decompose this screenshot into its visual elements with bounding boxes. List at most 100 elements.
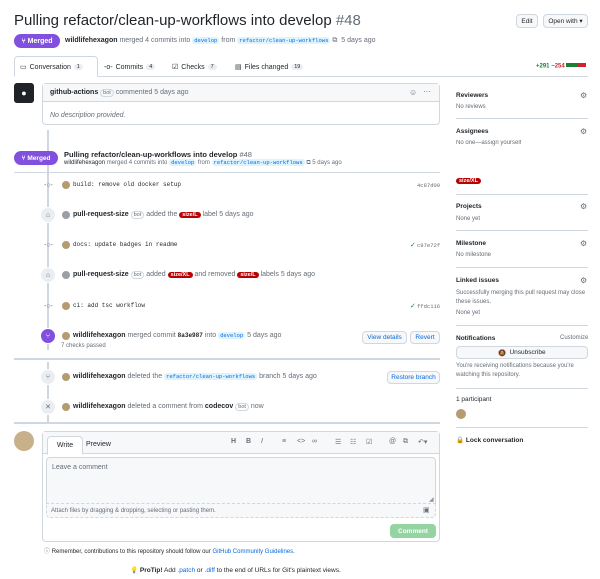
label-size-l[interactable]: size/L [179, 212, 201, 218]
emoji-icon[interactable]: ☺ [409, 88, 417, 97]
avatar [62, 271, 70, 279]
gear-icon[interactable]: ⚙ [580, 276, 587, 285]
bell-slash-icon: 🔕 [498, 349, 507, 357]
avatar-github-actions[interactable]: ● [14, 83, 34, 103]
view-details-button[interactable]: View details [362, 331, 407, 344]
comment-icon: ▭ [20, 64, 27, 71]
gear-icon[interactable]: ⚙ [580, 202, 587, 211]
base-branch[interactable]: develop [169, 159, 197, 166]
bot-badge: bot [130, 211, 145, 219]
projects-title[interactable]: Projects [456, 203, 482, 210]
head-branch[interactable]: refactor/clean-up-workflows [211, 159, 305, 166]
guidelines-link[interactable]: GitHub Community Guidelines [212, 549, 293, 555]
cross-reference-icon[interactable]: ⧉ [403, 438, 408, 446]
comment-submit-button[interactable]: Comment [390, 524, 436, 538]
restore-branch-button[interactable]: Restore branch [387, 371, 440, 384]
patch-link[interactable]: .patch [177, 567, 195, 574]
resize-handle-icon[interactable]: ◢ [429, 496, 434, 503]
merge-icon: ⑂ [21, 37, 26, 45]
merge-icon: ⑂ [40, 328, 56, 344]
lock-conversation[interactable]: 🔒 Lock conversation [456, 436, 523, 444]
edit-button[interactable]: Edit [516, 14, 538, 28]
copy-icon[interactable]: ⧉ [332, 37, 337, 44]
gear-icon[interactable]: ⚙ [580, 127, 587, 136]
tab-write[interactable]: Write [47, 436, 83, 455]
divider [456, 388, 588, 389]
commit-message[interactable]: docs: update badges in readme [73, 241, 177, 248]
commit-message[interactable]: build: remove old docker setup [73, 181, 181, 188]
actor-link[interactable]: pull-request-size [73, 211, 129, 218]
gear-icon[interactable]: ⚙ [580, 91, 587, 100]
gear-icon[interactable]: ⚙ [580, 239, 587, 248]
label-size-l[interactable]: size/L [237, 272, 259, 278]
commit-sha[interactable]: 8a3e987 [178, 332, 203, 339]
linked-issues-desc: Successfully merging this pull request m… [456, 290, 586, 305]
milestone-title[interactable]: Milestone [456, 240, 486, 247]
heading-icon[interactable]: H [231, 438, 236, 445]
actor-link[interactable]: pull-request-size [73, 271, 129, 278]
divider [456, 118, 588, 119]
author-link[interactable]: wildlifehexagon [73, 403, 126, 410]
bot-badge: bot [130, 271, 145, 279]
revert-button[interactable]: Revert [410, 331, 440, 344]
pr-title: Pulling refactor/clean-up-workflows into… [14, 12, 361, 29]
head-branch[interactable]: refactor/clean-up-workflows [237, 37, 331, 44]
numbered-list-icon[interactable]: ☷ [350, 438, 356, 446]
tab-files-changed[interactable]: ▤ Files changed 19 [235, 57, 304, 77]
mention-icon[interactable]: @ [389, 438, 396, 445]
quote-icon[interactable]: ≡ [282, 438, 286, 445]
reply-icon[interactable]: ↶▾ [418, 438, 427, 446]
base-branch[interactable]: develop [192, 37, 220, 44]
commit-sha[interactable]: 4c87d09 [417, 182, 440, 189]
commit-message[interactable]: ci: add tsc workflow [73, 302, 145, 309]
author-link[interactable]: wildlifehexagon [64, 160, 105, 166]
base-branch[interactable]: develop [218, 332, 246, 339]
avatar[interactable] [14, 431, 34, 451]
label-size-xl[interactable]: size/XL [167, 272, 193, 278]
linked-issues-title[interactable]: Linked issues [456, 277, 499, 284]
commit-sha[interactable]: c97e72f [417, 242, 440, 249]
merged-event-title[interactable]: Pulling refactor/clean-up-workflows into… [64, 150, 252, 159]
assignees-title[interactable]: Assignees [456, 128, 489, 135]
copy-icon[interactable]: ⧉ [306, 160, 310, 166]
assignees-value[interactable]: No one—assign yourself [456, 140, 521, 146]
code-icon[interactable]: <> [297, 438, 305, 445]
info-icon: ⓘ [44, 549, 51, 555]
comment-textarea[interactable]: Leave a comment ◢ [46, 457, 436, 503]
task-list-icon[interactable]: ☑ [366, 438, 372, 446]
kebab-menu-icon[interactable]: ··· [423, 87, 431, 96]
branch-deleted-event: wildlifehexagon deleted the refactor/cle… [73, 373, 317, 380]
avatar[interactable] [456, 409, 466, 419]
open-with-button[interactable]: Open with ▾ [543, 14, 588, 28]
pr-number: #48 [335, 12, 361, 29]
unsubscribe-button[interactable]: 🔕 Unsubscribe [456, 346, 588, 359]
commit-sha[interactable]: ffdc116 [417, 303, 440, 310]
italic-icon[interactable]: I [261, 438, 263, 445]
attach-bar[interactable]: Attach files by dragging & dropping, sel… [46, 503, 436, 518]
head-branch[interactable]: refactor/clean-up-workflows [164, 373, 258, 380]
checks-status[interactable]: 7 checks passed [61, 343, 106, 349]
status-badge: ⑂ Merged [14, 34, 60, 48]
commit-icon: -o- [104, 63, 113, 71]
bold-icon[interactable]: B [246, 438, 251, 445]
sidebar-label-size-xl[interactable]: size/XL [456, 178, 481, 184]
diff-link[interactable]: .diff [205, 567, 215, 574]
target-link[interactable]: codecov [205, 403, 233, 410]
comment-author[interactable]: github-actions [50, 89, 98, 96]
reviewers-title[interactable]: Reviewers [456, 92, 488, 99]
author-link[interactable]: wildlifehexagon [73, 373, 126, 380]
bulleted-list-icon[interactable]: ☰ [335, 438, 341, 446]
tab-commits[interactable]: -o- Commits 4 [104, 57, 156, 77]
customize-link[interactable]: Customize [560, 335, 588, 341]
author-link[interactable]: wildlifehexagon [65, 37, 118, 44]
check-icon: ✓ [410, 242, 416, 249]
tab-checks[interactable]: ☑ Checks 7 [172, 57, 217, 77]
lock-icon: 🔒 [456, 437, 465, 444]
pr-title-text: Pulling refactor/clean-up-workflows into… [14, 12, 332, 29]
github-logo-icon: ● [21, 88, 27, 98]
tab-preview[interactable]: Preview [86, 441, 111, 448]
link-icon[interactable]: ∞ [312, 438, 317, 445]
tab-conversation[interactable]: ▭ Conversation 1 [20, 57, 83, 77]
merged-event-meta: wildlifehexagon merged 4 commits into de… [64, 159, 342, 166]
author-link[interactable]: wildlifehexagon [73, 332, 126, 339]
